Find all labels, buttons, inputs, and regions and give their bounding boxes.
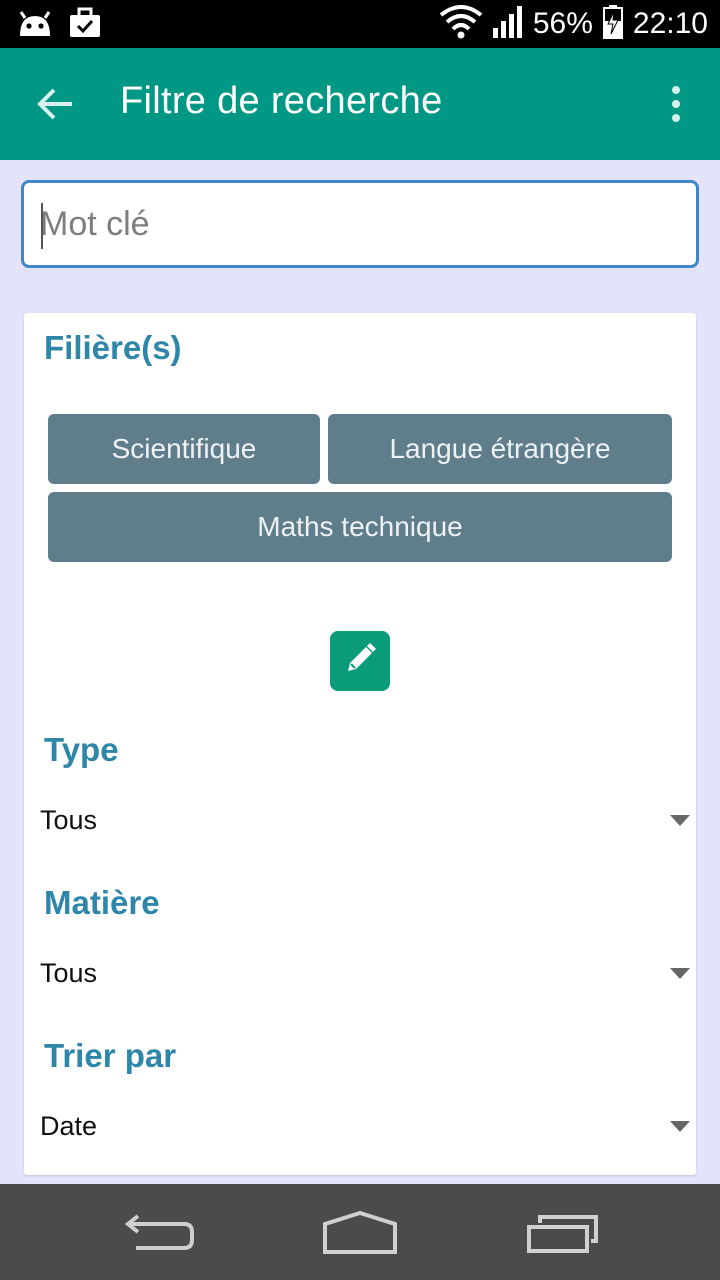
battery-charging-icon (602, 4, 623, 44)
clock: 22:10 (632, 7, 708, 40)
search-input[interactable] (40, 195, 680, 253)
type-title: Type (44, 731, 119, 768)
text-caret (41, 203, 43, 249)
sort-selected-value: Date (40, 1111, 98, 1141)
wifi-icon (439, 4, 483, 44)
signal-icon (492, 5, 523, 43)
filieres-title: Filière(s) (44, 329, 182, 366)
nav-home-button[interactable] (322, 1210, 398, 1261)
chip-scientifique[interactable]: Scientifique (48, 414, 320, 484)
filter-card: Filière(s) Scientifique Langue étrangère… (24, 313, 696, 1175)
pencil-icon (340, 639, 380, 684)
nav-recents-button[interactable] (526, 1214, 600, 1259)
sort-dropdown[interactable]: Date (40, 1099, 690, 1159)
chip-langue-etrangere[interactable]: Langue étrangère (328, 414, 672, 484)
dropdown-arrow-icon (670, 815, 690, 826)
android-icon (16, 6, 54, 45)
briefcase-check-icon (68, 6, 102, 45)
type-selected-value: Tous (40, 805, 98, 835)
dropdown-arrow-icon (670, 968, 690, 979)
dropdown-arrow-icon (670, 1121, 690, 1132)
recents-nav-icon (526, 1215, 600, 1258)
status-bar: 56% 22:10 (0, 0, 720, 48)
overflow-menu-button[interactable] (662, 82, 690, 126)
system-nav-bar (0, 1184, 720, 1280)
edit-filieres-button[interactable] (330, 631, 390, 691)
nav-back-button[interactable] (124, 1212, 196, 1261)
keyword-search-field[interactable] (21, 180, 699, 268)
app-bar: Filtre de recherche (0, 48, 720, 160)
matiere-dropdown[interactable]: Tous (40, 946, 690, 1006)
matiere-title: Matière (44, 884, 160, 921)
sort-title: Trier par (44, 1037, 177, 1074)
arrow-back-icon (30, 88, 82, 134)
home-nav-icon (322, 1210, 398, 1260)
more-vert-icon (662, 86, 690, 122)
matiere-selected-value: Tous (40, 958, 98, 988)
chip-maths-technique[interactable]: Maths technique (48, 492, 672, 562)
back-nav-icon (124, 1214, 196, 1260)
back-button[interactable] (30, 78, 82, 130)
page-title: Filtre de recherche (120, 80, 443, 122)
battery-percent: 56% (532, 7, 593, 40)
type-dropdown[interactable]: Tous (40, 793, 690, 853)
